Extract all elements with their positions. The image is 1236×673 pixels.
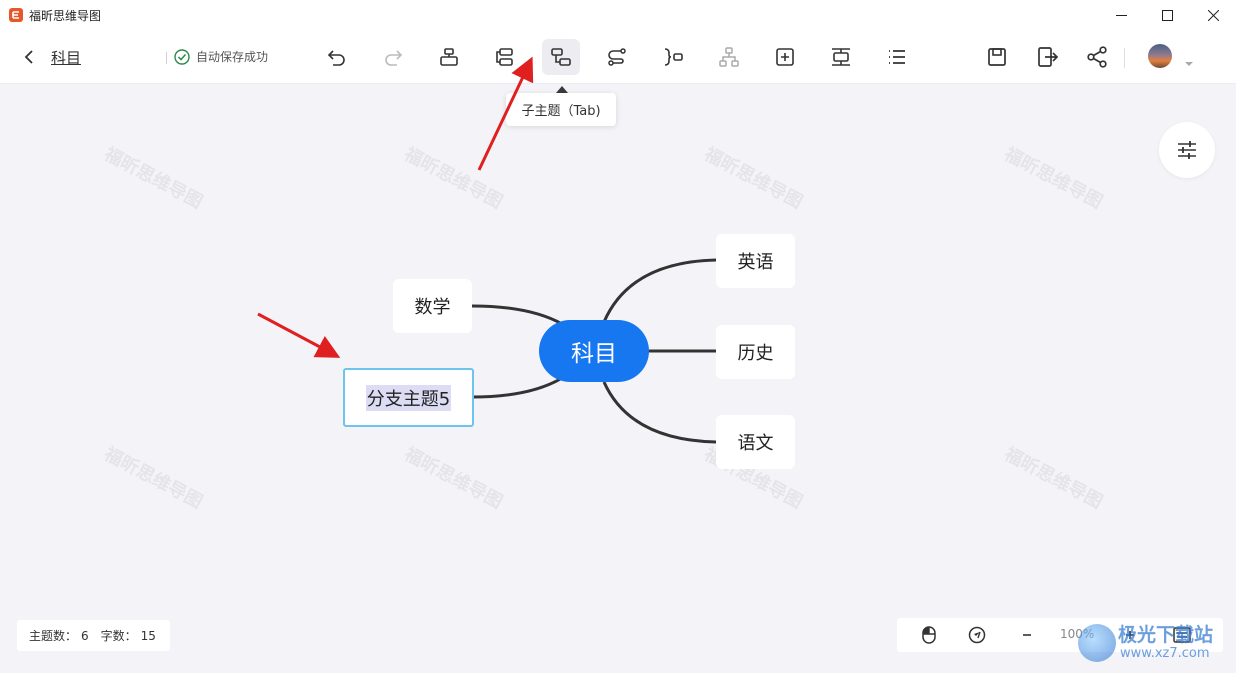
parent-topic-icon [440, 48, 458, 66]
topic-node-english[interactable]: 英语 [716, 234, 795, 288]
connector-chinese [602, 381, 717, 444]
child-topic-icon [551, 48, 571, 66]
connection-button[interactable] [598, 39, 636, 75]
topic-node-label[interactable]: 分支主题5 [365, 384, 452, 411]
connector-english [602, 258, 717, 323]
check-circle-icon [174, 48, 190, 65]
site-watermark-url: www.xz7.com [1120, 646, 1210, 661]
redo-button[interactable] [374, 39, 412, 75]
save-status: 自动保存成功 [174, 48, 268, 65]
close-button[interactable] [1190, 0, 1236, 30]
minimize-icon [1115, 14, 1127, 16]
mouse-mode-button[interactable] [919, 625, 939, 645]
root-topic[interactable]: 科目 [539, 320, 649, 382]
settings-button[interactable] [1159, 122, 1215, 178]
connector-math [471, 304, 563, 326]
child-topic-button[interactable] [542, 39, 580, 75]
app-logo-icon [9, 8, 23, 22]
frame-button[interactable] [822, 39, 860, 75]
structure-icon [719, 47, 739, 67]
summary-icon [664, 48, 683, 66]
toolbar: 科目 自动保存成功 [0, 30, 1236, 84]
app-title: 福昕思维导图 [29, 8, 102, 23]
redo-icon [385, 50, 403, 66]
locate-button[interactable] [967, 625, 987, 645]
sibling-topic-button[interactable] [486, 39, 524, 75]
window-controls [1098, 0, 1236, 30]
export-icon [1038, 47, 1059, 67]
parent-topic-button[interactable] [430, 39, 468, 75]
topic-node-math[interactable]: 数学 [393, 279, 472, 333]
close-icon [1207, 9, 1219, 21]
maximize-icon [1161, 9, 1173, 21]
share-button[interactable] [1078, 39, 1116, 75]
maximize-button[interactable] [1144, 0, 1190, 30]
undo-button[interactable] [318, 39, 356, 75]
status-bar: 主题数： 6 字数： 15 [17, 620, 170, 651]
topic-node-chinese[interactable]: 语文 [716, 415, 795, 469]
outline-button[interactable] [878, 39, 916, 75]
sliders-icon [1178, 141, 1196, 159]
mouse-icon [922, 626, 936, 644]
insert-icon [776, 48, 794, 66]
divider [166, 52, 167, 64]
connector-branch5 [471, 376, 563, 399]
outline-icon [889, 50, 905, 64]
document-title[interactable]: 科目 [51, 47, 81, 68]
connection-icon [608, 48, 626, 66]
topic-count: 6 [81, 628, 89, 643]
undo-icon [327, 50, 345, 66]
divider [1124, 48, 1125, 68]
caret-down-icon[interactable] [1184, 52, 1194, 71]
insert-button[interactable] [766, 39, 804, 75]
back-button[interactable] [24, 46, 44, 68]
topic-node-history[interactable]: 历史 [716, 325, 795, 379]
user-avatar[interactable] [1148, 44, 1172, 68]
save-status-text: 自动保存成功 [196, 50, 269, 64]
title-bar: 福昕思维导图 [0, 0, 1236, 30]
zoom-out-button[interactable] [1017, 625, 1037, 645]
save-icon [988, 48, 1006, 66]
minus-icon [1023, 634, 1031, 636]
topic-count-label: 主题数： [29, 629, 78, 643]
structure-button[interactable] [710, 39, 748, 75]
site-watermark-name: 极光下载站 [1118, 624, 1214, 646]
chevron-left-icon [24, 50, 33, 64]
site-logo-icon [1078, 624, 1116, 662]
site-watermark: 极光下载站 www.xz7.com [1078, 620, 1228, 668]
save-button[interactable] [978, 39, 1016, 75]
topic-node-branch5[interactable]: 分支主题5 [343, 368, 474, 427]
word-count-label: 字数： [100, 629, 137, 643]
compass-icon [968, 626, 986, 644]
sibling-topic-icon [496, 48, 513, 66]
mindmap-canvas[interactable]: 福昕思维导图 福昕思维导图 福昕思维导图 福昕思维导图 福昕思维导图 福昕思维导… [0, 84, 1236, 673]
summary-button[interactable] [654, 39, 692, 75]
frame-icon [832, 48, 850, 66]
minimize-button[interactable] [1098, 0, 1144, 30]
share-icon [1087, 46, 1107, 68]
word-count: 15 [140, 628, 156, 643]
export-button[interactable] [1029, 39, 1067, 75]
